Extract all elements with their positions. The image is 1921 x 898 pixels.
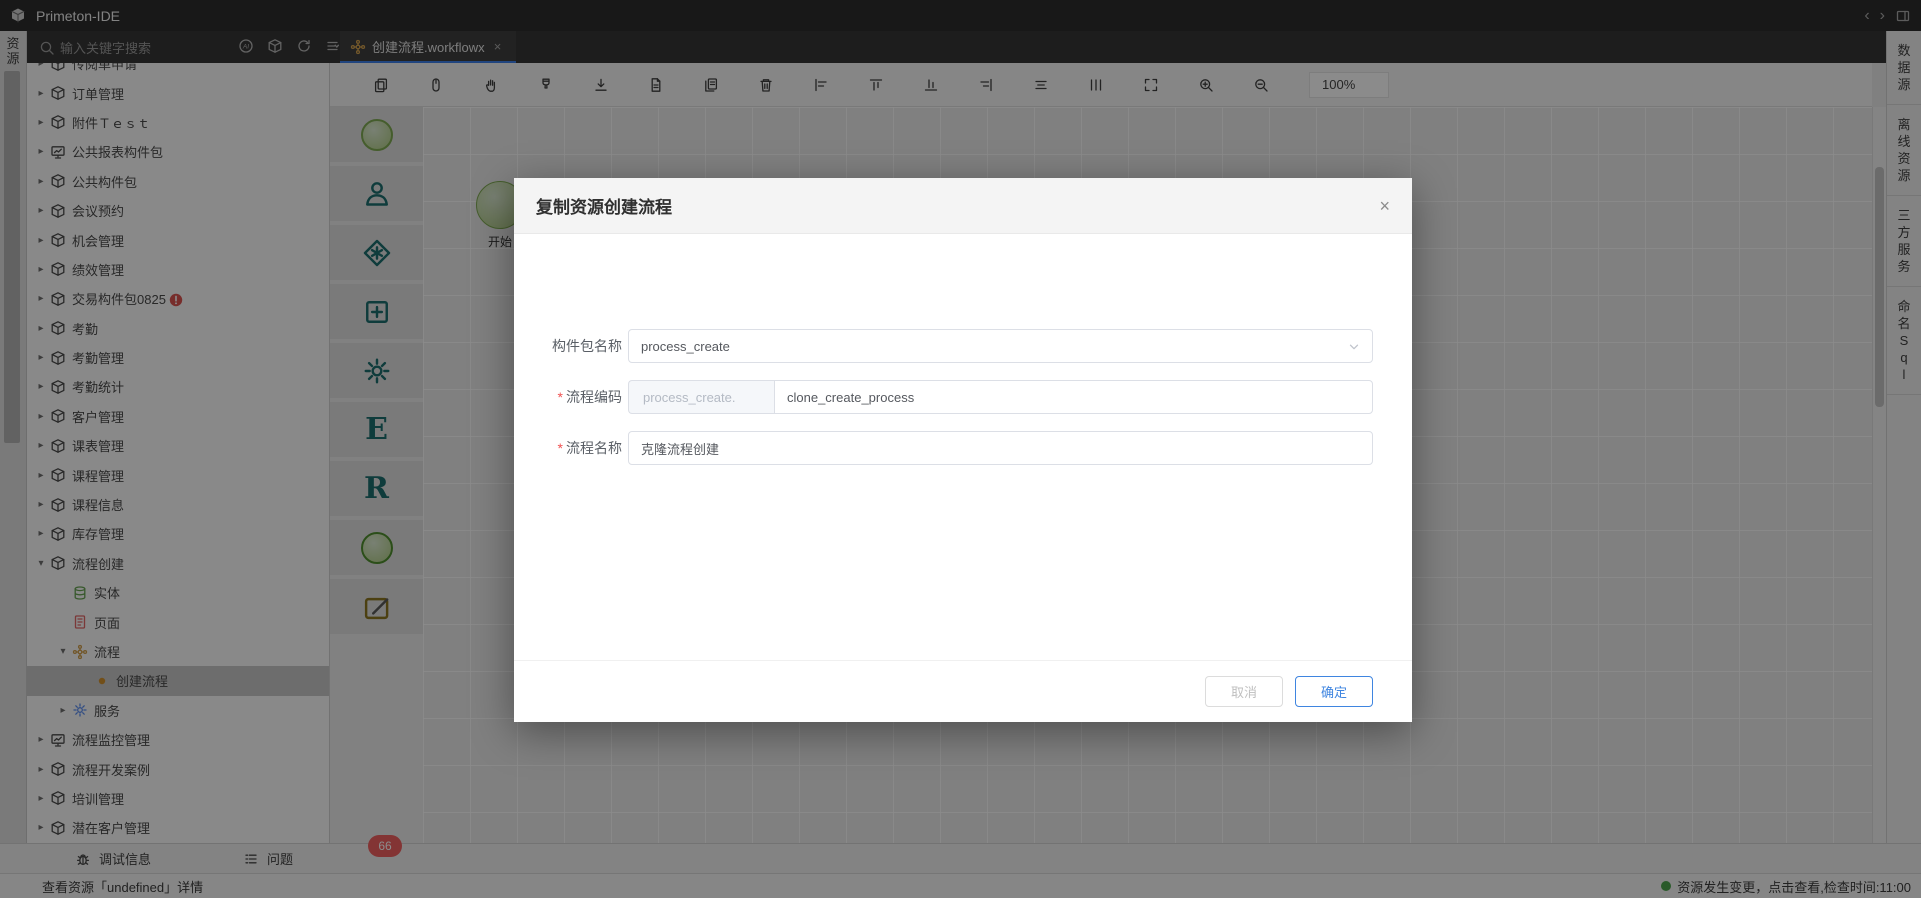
process-code-prefix: process_create.	[628, 380, 774, 414]
select-value: process_create	[641, 339, 730, 354]
field-label: 构件包名称	[422, 336, 622, 356]
cancel-button[interactable]: 取消	[1205, 676, 1283, 707]
package-name-select[interactable]: process_create	[628, 329, 1373, 363]
dialog-title: 复制资源创建流程	[536, 193, 672, 218]
app-window: Primeton-IDE ‹ › 输入关键字搜索 AI 创建流程.workflo…	[0, 0, 1921, 898]
copy-resource-dialog: 复制资源创建流程 × 构件包名称process_create *流程编码proce…	[514, 178, 1412, 722]
dialog-header: 复制资源创建流程 ×	[514, 178, 1412, 234]
field-label: *流程名称	[422, 438, 622, 458]
dialog-body: 构件包名称process_create*流程编码process_create.*…	[514, 234, 1412, 660]
dialog-field-row: 构件包名称process_create	[514, 329, 1412, 363]
chevron-down-icon	[1346, 339, 1360, 353]
required-asterisk: *	[558, 440, 563, 456]
dialog-close-icon[interactable]: ×	[1379, 197, 1390, 215]
dialog-footer: 取消 确定	[514, 660, 1412, 722]
process-name-input[interactable]	[628, 431, 1373, 465]
required-asterisk: *	[558, 389, 563, 405]
process-code-input[interactable]	[774, 380, 1373, 414]
dialog-field-row: *流程编码process_create.	[514, 380, 1412, 414]
ok-button[interactable]: 确定	[1295, 676, 1373, 707]
field-label: *流程编码	[422, 387, 622, 407]
dialog-field-row: *流程名称	[514, 431, 1412, 465]
